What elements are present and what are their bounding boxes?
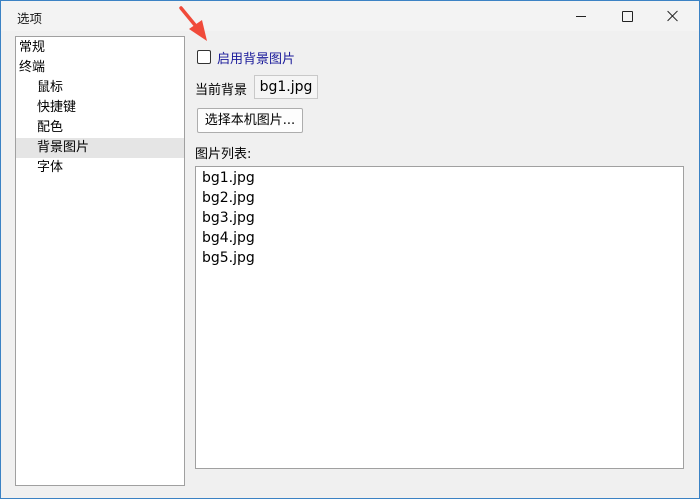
annotation-arrow-icon <box>179 6 207 41</box>
window-title: 选项 <box>17 11 43 26</box>
close-button[interactable] <box>650 1 696 31</box>
options-window: 选项 常规 终端 鼠标 快捷键 配色 背景图片 字体 启用背景图片 当前背景 b… <box>0 0 700 499</box>
image-list[interactable]: bg1.jpg bg2.jpg bg3.jpg bg4.jpg bg5.jpg <box>195 166 684 469</box>
maximize-button[interactable] <box>604 1 650 31</box>
enable-background-label[interactable]: 启用背景图片 <box>217 48 295 67</box>
tree-item-background-image[interactable]: 背景图片 <box>16 138 184 158</box>
tree-item-label: 字体 <box>37 160 64 175</box>
settings-tree[interactable]: 常规 终端 鼠标 快捷键 配色 背景图片 字体 <box>15 36 185 486</box>
list-item[interactable]: bg3.jpg <box>202 208 255 228</box>
tree-item-general[interactable]: 常规 <box>16 38 184 58</box>
current-background-label: 当前背景 <box>195 83 248 98</box>
tree-item-label: 快捷键 <box>37 100 77 115</box>
select-local-image-button[interactable]: 选择本机图片... <box>197 108 303 133</box>
list-item[interactable]: bg5.jpg <box>202 248 255 268</box>
tree-item-mouse[interactable]: 鼠标 <box>16 78 184 98</box>
tree-item-label: 背景图片 <box>37 140 90 155</box>
tree-item-font[interactable]: 字体 <box>16 158 184 178</box>
title-bar[interactable]: 选项 <box>1 1 699 31</box>
current-background-value: bg1.jpg <box>254 75 318 99</box>
close-icon <box>667 10 679 22</box>
tree-item-label: 配色 <box>37 120 64 135</box>
tree-item-shortcuts[interactable]: 快捷键 <box>16 98 184 118</box>
enable-background-checkbox[interactable] <box>197 50 211 64</box>
image-list-label: 图片列表: <box>195 147 252 162</box>
maximize-icon <box>621 10 633 22</box>
minimize-button[interactable] <box>558 1 604 31</box>
enable-background-checkbox-row[interactable]: 启用背景图片 <box>197 47 295 67</box>
tree-item-label: 常规 <box>19 40 46 55</box>
tree-item-label: 鼠标 <box>37 80 64 95</box>
tree-item-colors[interactable]: 配色 <box>16 118 184 138</box>
tree-item-label: 终端 <box>19 60 46 75</box>
minimize-icon <box>576 15 586 17</box>
list-item[interactable]: bg4.jpg <box>202 228 255 248</box>
list-item[interactable]: bg2.jpg <box>202 188 255 208</box>
list-item[interactable]: bg1.jpg <box>202 168 255 188</box>
tree-item-terminal[interactable]: 终端 <box>16 58 184 78</box>
